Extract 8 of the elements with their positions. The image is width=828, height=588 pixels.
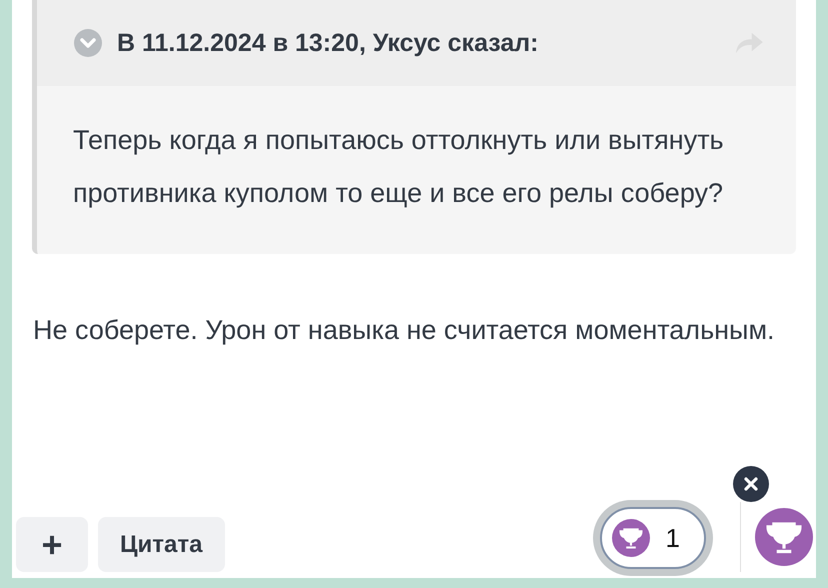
reply-text: Не соберете. Урон от навыка не считается моментальным.: [32, 314, 776, 347]
quote-header: В 11.12.2024 в 13:20, Уксус сказал:: [117, 28, 540, 58]
add-button[interactable]: +: [16, 517, 88, 572]
close-icon[interactable]: [733, 466, 769, 502]
quote-button[interactable]: Цитата: [98, 517, 224, 572]
trophy-icon: [612, 519, 650, 557]
trophy-button-icon[interactable]: [755, 508, 813, 566]
quote-text: Теперь когда я попытаюсь оттолкнуть или вытянуть противника куполом то еще и все его релы соберу?: [72, 124, 725, 210]
